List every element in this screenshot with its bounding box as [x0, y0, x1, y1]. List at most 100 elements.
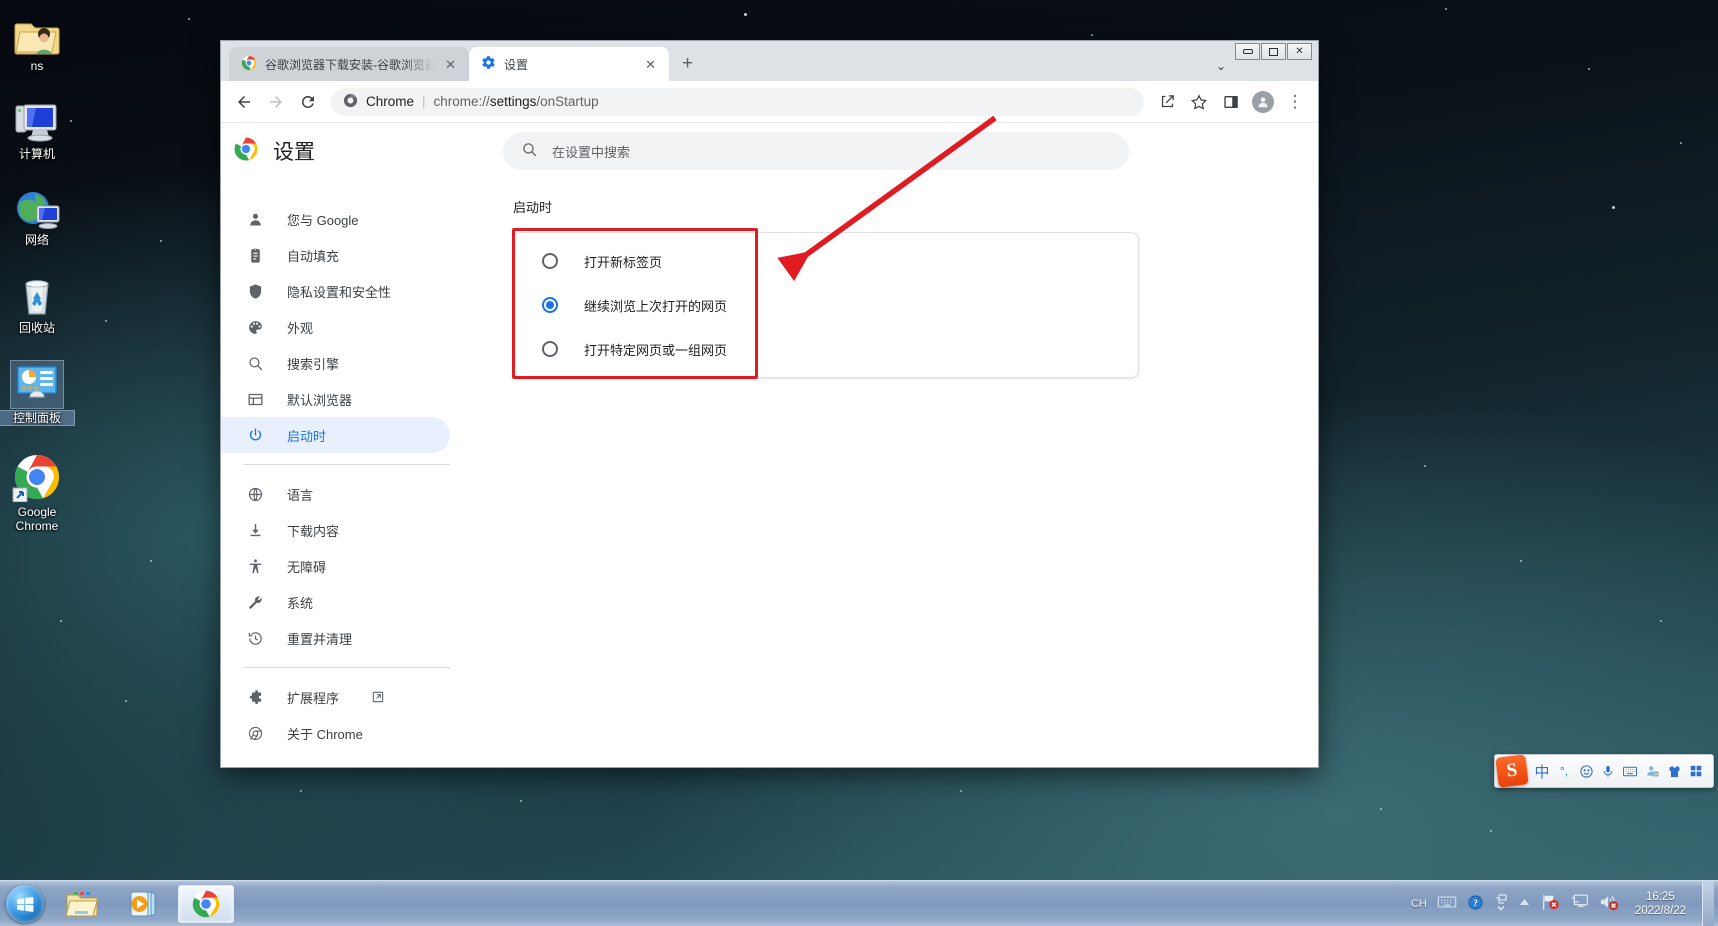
tab-close-button[interactable]: ✕: [442, 56, 459, 73]
windows-taskbar[interactable]: CH ? 16:25 2022/8/22: [0, 880, 1718, 926]
startup-option-new-tab[interactable]: 打开新标签页: [514, 239, 1138, 283]
settings-sidebar[interactable]: 您与 Google 自动填充 隐私设置和安全性 外观 搜索引擎 默认浏览器 启动…: [221, 179, 451, 767]
wrench-icon: [245, 594, 265, 611]
new-tab-button[interactable]: +: [675, 52, 700, 75]
sidebar-item-label: 您与 Google: [287, 212, 359, 228]
emoji-icon[interactable]: [1575, 756, 1597, 786]
tray-language-indicator[interactable]: CH: [1411, 898, 1427, 910]
desktop-icon-ns[interactable]: ns: [0, 6, 74, 73]
star: [1490, 830, 1492, 832]
search-input[interactable]: 在设置中搜索: [552, 142, 630, 161]
user-center-icon[interactable]: 24: [1641, 756, 1663, 786]
taskbar-explorer-button[interactable]: [54, 885, 110, 923]
overflow-icon[interactable]: [1494, 893, 1508, 914]
desktop-icon-recycle-bin[interactable]: 回收站: [0, 268, 74, 335]
tab-strip[interactable]: 谷歌浏览器下载安装-谷歌浏览器 ✕ 设置 ✕ + ⌄ ✕: [221, 41, 1318, 81]
clock-time: 16:25: [1646, 890, 1675, 903]
system-tray[interactable]: CH ? 16:25 2022/8/22: [1401, 881, 1718, 926]
browser-toolbar[interactable]: Chrome | chrome://settings/onStartup ⋮: [221, 81, 1318, 123]
omnibox-chip-label: Chrome: [366, 94, 415, 109]
startup-option-continue[interactable]: 继续浏览上次打开的网页: [514, 283, 1138, 327]
sidebar-item-system[interactable]: 系统: [221, 584, 450, 620]
soft-keyboard-icon[interactable]: [1619, 756, 1641, 786]
browser-tab-2[interactable]: 设置 ✕: [469, 47, 669, 81]
back-button[interactable]: [229, 87, 259, 117]
taskbar-chrome-button[interactable]: [178, 884, 234, 923]
browser-menu-button[interactable]: ⋮: [1280, 87, 1310, 117]
omnibox-separator: |: [422, 94, 426, 109]
radio-button[interactable]: [542, 253, 558, 269]
start-button[interactable]: [2, 884, 48, 924]
settings-search-box[interactable]: 在设置中搜索: [503, 132, 1129, 170]
desktop-icon-computer[interactable]: 计算机: [0, 94, 74, 161]
sidebar-item-default-browser[interactable]: 默认浏览器: [221, 381, 450, 417]
sidebar-item-downloads[interactable]: 下载内容: [221, 512, 450, 548]
ime-punctuation-toggle[interactable]: °,: [1553, 756, 1575, 786]
show-desktop-button[interactable]: [1702, 881, 1714, 926]
sidebar-item-you-and-google[interactable]: 您与 Google: [221, 201, 450, 237]
keyboard-icon[interactable]: [1437, 895, 1457, 912]
side-panel-icon[interactable]: [1216, 87, 1246, 117]
section-heading: 启动时: [513, 200, 553, 215]
skin-icon[interactable]: [1663, 756, 1685, 786]
volume-mute-icon[interactable]: [1599, 893, 1619, 914]
sidebar-item-languages[interactable]: 语言: [221, 476, 450, 512]
chrome-browser-window[interactable]: 谷歌浏览器下载安装-谷歌浏览器 ✕ 设置 ✕ + ⌄ ✕ Chrome | ch…: [220, 40, 1319, 768]
close-button[interactable]: ✕: [1287, 43, 1312, 60]
display-icon[interactable]: [1570, 893, 1589, 914]
sidebar-item-reset-cleanup[interactable]: 重置并清理: [221, 620, 450, 656]
star: [1588, 68, 1590, 70]
desktop-icon-label: 网络: [24, 233, 49, 247]
radio-button[interactable]: [542, 341, 558, 357]
toolbar-right-actions[interactable]: ⋮: [1152, 87, 1310, 117]
sidebar-item-label: 系统: [287, 595, 314, 611]
window-controls[interactable]: ✕: [1235, 43, 1312, 60]
star: [1520, 560, 1522, 562]
sogou-ime-toolbar[interactable]: S 中 °, 24: [1494, 754, 1714, 788]
settings-page: 设置 在设置中搜索 您与 Google 自动填充 隐私设置和安全性 外观 搜索引…: [221, 123, 1318, 767]
show-hidden-icon[interactable]: [1518, 897, 1531, 910]
voice-input-icon[interactable]: [1597, 756, 1619, 786]
minimize-button[interactable]: [1235, 43, 1260, 60]
address-bar[interactable]: Chrome | chrome://settings/onStartup: [331, 87, 1144, 116]
control-panel-icon: [0, 358, 74, 409]
star-icon[interactable]: [1184, 87, 1214, 117]
search-icon: [521, 141, 538, 161]
tab-close-button[interactable]: ✕: [642, 56, 659, 73]
share-icon[interactable]: [1152, 87, 1182, 117]
startup-option-specific-pages[interactable]: 打开特定网页或一组网页: [514, 327, 1138, 371]
browser-tab-1[interactable]: 谷歌浏览器下载安装-谷歌浏览器 ✕: [229, 47, 469, 81]
sidebar-item-about-chrome[interactable]: 关于 Chrome: [221, 715, 450, 751]
profile-avatar[interactable]: [1248, 87, 1278, 117]
sidebar-item-search-engine[interactable]: 搜索引擎: [221, 345, 450, 381]
desktop-icon-google-chrome[interactable]: Google Chrome: [0, 452, 74, 533]
sidebar-item-autofill[interactable]: 自动填充: [221, 237, 450, 273]
taskbar-media-player-button[interactable]: [116, 885, 172, 923]
sidebar-item-privacy-security[interactable]: 隐私设置和安全性: [221, 273, 450, 309]
settings-brand[interactable]: 设置: [221, 136, 451, 167]
startup-options-card[interactable]: 打开新标签页 继续浏览上次打开的网页 打开特定网页或一组网页: [513, 232, 1139, 378]
forward-button[interactable]: [261, 87, 291, 117]
help-icon[interactable]: ?: [1467, 894, 1484, 914]
reload-button[interactable]: [293, 87, 323, 117]
radio-button-selected[interactable]: [542, 297, 558, 313]
desktop-icon-control-panel[interactable]: 控制面板: [0, 358, 75, 426]
page-title: 设置: [273, 141, 315, 164]
chrome-icon: [245, 725, 265, 742]
network-error-icon[interactable]: [1541, 893, 1560, 914]
star: [150, 560, 152, 562]
sidebar-item-accessibility[interactable]: 无障碍: [221, 548, 450, 584]
maximize-button[interactable]: [1261, 43, 1286, 60]
toolbox-icon[interactable]: [1685, 756, 1707, 786]
sidebar-divider: [243, 667, 450, 668]
sidebar-item-appearance[interactable]: 外观: [221, 309, 450, 345]
tab-search-caret-icon[interactable]: ⌄: [1216, 59, 1226, 73]
desktop-background[interactable]: ns 计算机 网络 回收站 控制面板 Google Chrome 谷歌浏览器下载…: [0, 0, 1718, 926]
sogou-logo-icon[interactable]: S: [1495, 754, 1529, 788]
desktop-icon-network[interactable]: 网络: [0, 180, 74, 247]
taskbar-clock[interactable]: 16:25 2022/8/22: [1629, 890, 1692, 918]
sidebar-item-extensions[interactable]: 扩展程序: [221, 679, 450, 715]
ime-mode-chinese[interactable]: 中: [1531, 756, 1553, 786]
sidebar-item-label: 关于 Chrome: [287, 726, 363, 742]
sidebar-item-on-startup[interactable]: 启动时: [221, 417, 450, 453]
